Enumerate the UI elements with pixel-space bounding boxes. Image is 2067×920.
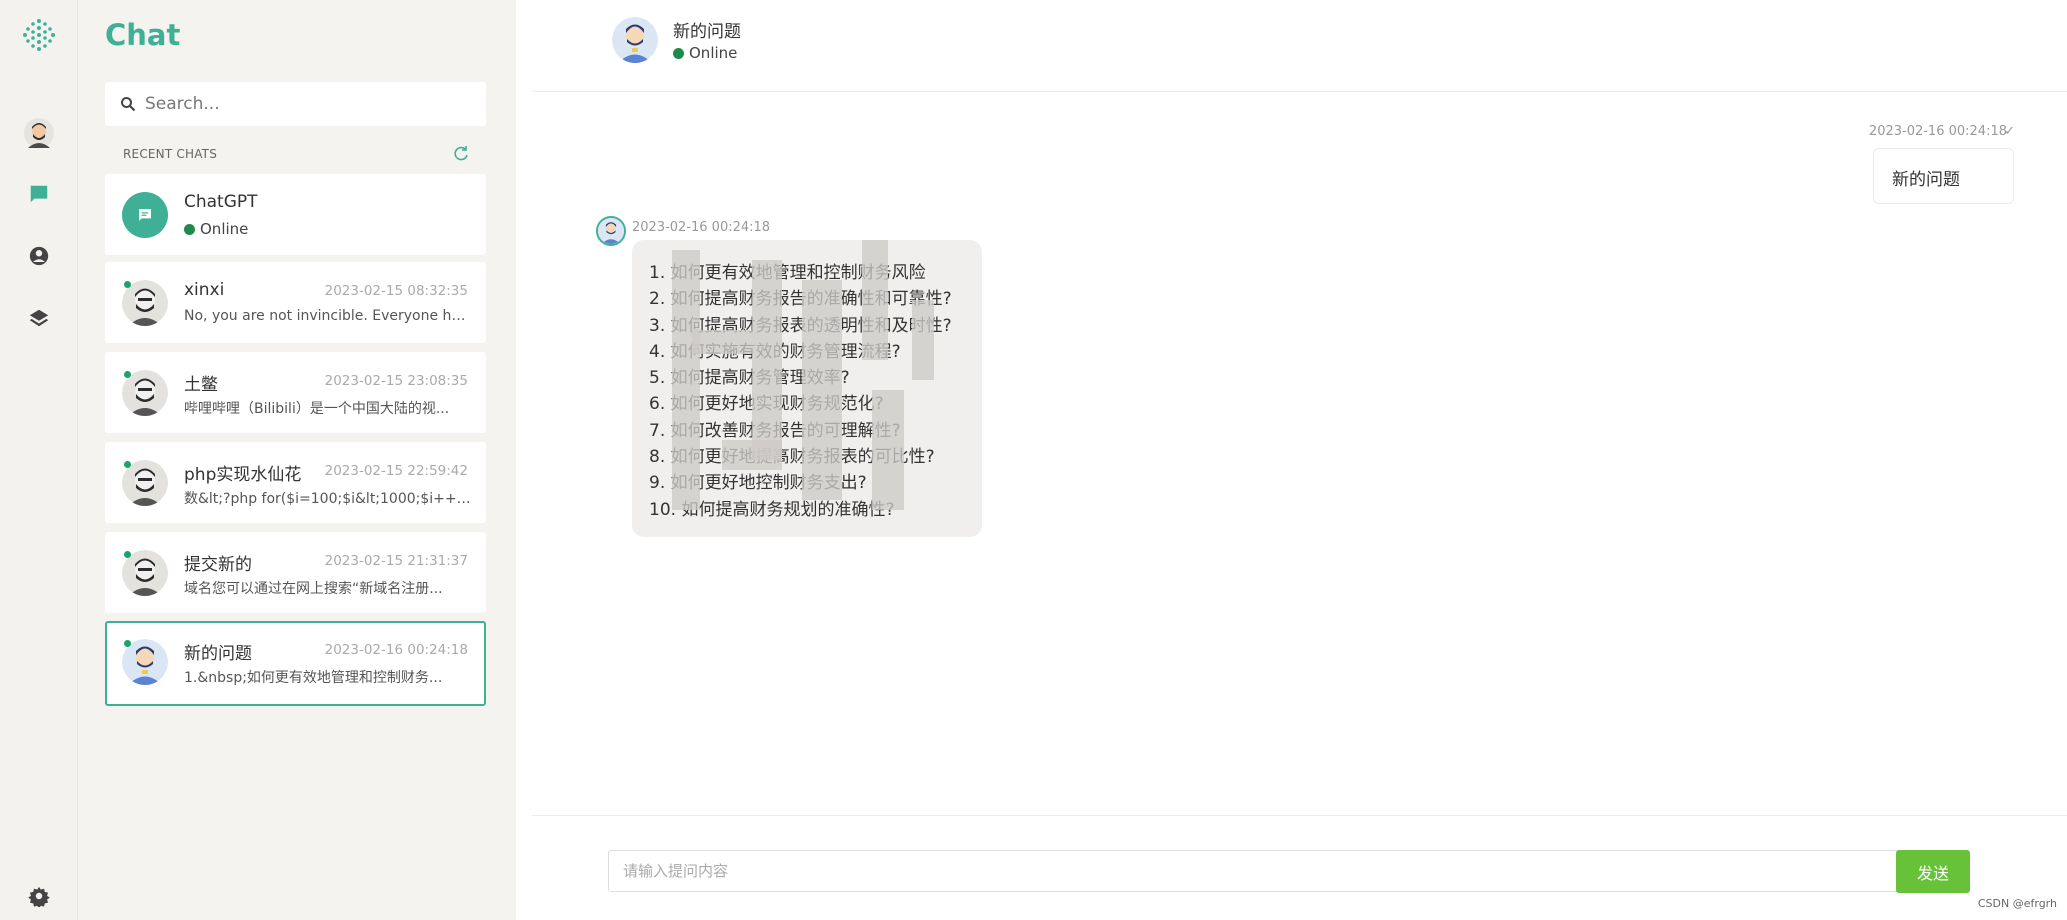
chat-time: 2023-02-15 23:08:35	[324, 373, 468, 389]
status-text: Online	[689, 44, 738, 62]
outgoing-message-time: 2023-02-16 00:24:18	[1868, 124, 2007, 139]
conversation-area: 新的问题 Online 2023-02-16 00:24:18 ✓ 新的问题 2…	[516, 0, 2067, 920]
chat-name: php实现水仙花	[184, 465, 302, 485]
message-line: 1. 如何更有效地管理和控制财务风险	[649, 263, 926, 283]
chat-item-php[interactable]: php实现水仙花 2023-02-15 22:59:42 数&lt;?php f…	[105, 442, 486, 523]
online-dot	[124, 281, 131, 288]
chat-item-tubie[interactable]: 土鳖 2023-02-15 23:08:35 哔哩哔哩（Bilibili）是一个…	[105, 352, 486, 433]
composer-divider	[532, 815, 2067, 816]
chat-preview: 数&lt;?php for($i=100;$i&lt;1000;$i++)...	[184, 491, 474, 507]
chat-list-panel: Chat RECENT CHATS ChatGPT Online	[78, 0, 516, 920]
online-dot	[124, 551, 131, 558]
chat-time: 2023-02-15 08:32:35	[324, 283, 468, 299]
online-dot	[124, 640, 131, 647]
chat-item-submit[interactable]: 提交新的 2023-02-15 21:31:37 域名您可以通过在网上搜索“新域…	[105, 532, 486, 613]
conversation-status: Online	[673, 44, 737, 62]
message-line: 2. 如何提高财务报告的准确性和可靠性?	[649, 289, 952, 310]
online-dot	[124, 461, 131, 468]
chat-status: Online	[184, 220, 248, 238]
panel-title: Chat	[105, 18, 181, 52]
watermark: CSDN @efrgrh	[1977, 897, 2057, 910]
message-line: 8. 如何更好地提高财务报表的可比性?	[649, 447, 935, 468]
chat-time: 2023-02-15 22:59:42	[324, 463, 468, 479]
status-text: Online	[200, 220, 249, 238]
chat-time: 2023-02-15 21:31:37	[324, 553, 468, 569]
message-line: 10. 如何提高财务规划的准确性?	[649, 499, 895, 520]
chatgpt-avatar	[122, 192, 168, 238]
check-icon: ✓	[2004, 124, 2015, 139]
conversation-title: 新的问题	[673, 22, 741, 42]
online-dot	[184, 223, 195, 235]
incoming-avatar	[596, 216, 626, 246]
chat-icon[interactable]	[19, 174, 59, 214]
chat-preview: 哔哩哔哩（Bilibili）是一个中国大陆的视...	[184, 401, 450, 417]
incoming-message-time: 2023-02-16 00:24:18	[632, 220, 771, 235]
layers-icon[interactable]	[19, 298, 59, 338]
conversation-header: 新的问题 Online	[532, 0, 2067, 92]
recent-chats-label: RECENT CHATS	[123, 147, 218, 161]
chat-name: ChatGPT	[184, 192, 258, 212]
search-box[interactable]	[105, 82, 486, 126]
send-button[interactable]: 发送	[1896, 850, 1970, 893]
message-line: 9. 如何更好地控制财务支出?	[649, 473, 867, 494]
outgoing-message-bubble: 新的问题	[1873, 148, 2014, 204]
message-line: 4. 如何实施有效的财务管理流程?	[649, 341, 901, 362]
message-line: 5. 如何提高财务管理效率?	[649, 368, 850, 389]
chat-preview: 1.&nbsp;如何更有效地管理和控制财务...	[184, 670, 443, 686]
message-line: 3. 如何提高财务报表的透明性和及时性?	[649, 315, 952, 336]
refresh-icon[interactable]	[452, 145, 470, 163]
app-window: Chat RECENT CHATS ChatGPT Online	[0, 0, 2067, 920]
message-line: 6. 如何更好地实现财务规范化?	[649, 394, 884, 415]
settings-icon[interactable]	[19, 876, 59, 916]
search-input[interactable]	[145, 82, 475, 126]
chat-preview: 域名您可以通过在网上搜索“新域名注册...	[184, 581, 443, 597]
message-input[interactable]	[623, 851, 1893, 891]
message-line: 7. 如何改善财务报告的可理解性?	[649, 420, 901, 441]
message-composer[interactable]	[608, 850, 1932, 892]
nav-rail	[0, 0, 78, 920]
logo-icon[interactable]	[19, 15, 59, 55]
header-avatar[interactable]	[612, 17, 658, 63]
chat-preview: No, you are not invincible. Everyone has…	[184, 308, 474, 324]
chat-item-new-question[interactable]: 新的问题 2023-02-16 00:24:18 1.&nbsp;如何更有效地管…	[105, 621, 486, 706]
chat-name: 提交新的	[184, 555, 252, 575]
incoming-message-bubble: 1. 如何更有效地管理和控制财务风险 2. 如何提高财务报告的准确性和可靠性? …	[632, 240, 982, 537]
profile-icon[interactable]	[19, 236, 59, 276]
chat-name: xinxi	[184, 280, 225, 300]
chat-name: 土鳖	[184, 375, 218, 395]
online-dot	[124, 371, 131, 378]
chat-bubble-icon	[139, 209, 151, 221]
online-dot	[673, 47, 684, 59]
chat-name: 新的问题	[184, 644, 252, 664]
chat-item-xinxi[interactable]: xinxi 2023-02-15 08:32:35 No, you are no…	[105, 262, 486, 343]
search-icon	[121, 97, 136, 112]
chat-item-chatgpt[interactable]: ChatGPT Online	[105, 174, 486, 255]
chat-time: 2023-02-16 00:24:18	[324, 642, 468, 658]
user-avatar-icon[interactable]	[19, 113, 59, 153]
